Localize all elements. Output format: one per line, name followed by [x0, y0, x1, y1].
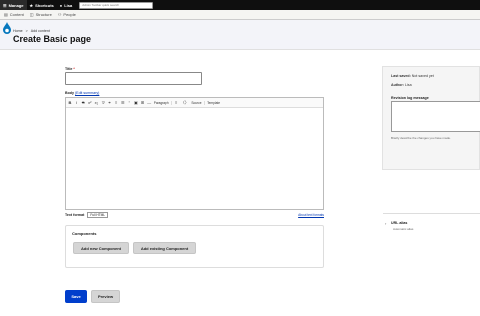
toolbar-user[interactable]: ● Lisa — [57, 0, 75, 10]
star-icon: ★ — [29, 2, 34, 8]
author-line: Author: Lisa — [391, 83, 412, 87]
horizontal-line-button[interactable]: — — [147, 100, 151, 105]
url-alias-summary: Automatic alias — [393, 227, 414, 231]
about-text-formats-link[interactable]: About text formats — [298, 213, 324, 217]
italic-button[interactable]: I — [75, 100, 79, 105]
title-input[interactable] — [65, 72, 202, 85]
text-format-row: Text format Full HTML About text formats — [65, 212, 324, 218]
drupal-logo-icon[interactable] — [3, 22, 11, 34]
revision-log-label: Revision log message — [391, 96, 429, 100]
last-saved-label: Last saved: — [391, 74, 411, 78]
breadcrumb-add-content[interactable]: Add content — [31, 29, 50, 33]
toolbar-tray: ▤ Content ◫ Structure ⚇ People — [0, 10, 480, 20]
user-icon: ● — [59, 2, 63, 8]
last-saved-line: Last saved: Not saved yet — [391, 74, 434, 78]
last-saved-value: Not saved yet — [411, 74, 434, 78]
author-label: Author: — [391, 83, 404, 87]
toolbar-manage-label: Manage — [8, 2, 24, 8]
tray-item-content-label: Content — [9, 12, 24, 17]
breadcrumb-home[interactable]: Home — [13, 29, 23, 33]
tray-item-structure[interactable]: ◫ Structure — [30, 12, 52, 17]
tray-item-content[interactable]: ▤ Content — [4, 12, 24, 17]
body-editor[interactable]: B I S x² x₂ T̸ ⚭ ≡ ☰ ” ▣ ⊞ — Paragraph ≡… — [65, 97, 324, 210]
source-button[interactable]: Source — [191, 100, 205, 105]
numbered-list-button[interactable]: ☰ — [121, 100, 125, 105]
superscript-button[interactable]: x² — [88, 100, 92, 105]
subscript-button[interactable]: x₂ — [94, 100, 99, 105]
breadcrumb: Home > Add content — [13, 29, 50, 33]
toolbar-shortcuts-label: Shortcuts — [35, 2, 54, 8]
breadcrumb-separator: > — [25, 29, 28, 33]
tray-item-structure-label: Structure — [35, 12, 52, 17]
people-icon: ⚇ — [57, 12, 62, 17]
content-icon: ▤ — [4, 12, 8, 17]
template-button[interactable]: Template — [207, 101, 222, 105]
meta-sidebar: Last saved: Not saved yet Author: Lisa R… — [382, 66, 480, 231]
admin-toolbar: ☰ Manage ★ Shortcuts ● Lisa Admin Toolba… — [0, 0, 480, 10]
body-label-text: Body — [65, 91, 74, 95]
toolbar-shortcuts[interactable]: ★ Shortcuts — [27, 0, 57, 10]
preview-button[interactable]: Preview — [91, 290, 120, 303]
text-format-select[interactable]: Full HTML — [87, 212, 109, 218]
strikethrough-button[interactable]: S — [81, 100, 85, 105]
edit-summary-link[interactable]: (Edit summary) — [75, 91, 99, 95]
sidebar-divider — [383, 213, 480, 214]
table-icon[interactable]: ⊞ — [141, 100, 145, 105]
image-icon[interactable]: ▣ — [134, 100, 138, 105]
add-existing-component-button[interactable]: Add existing Component — [133, 242, 196, 254]
toolbar-search-input[interactable]: Admin Toolbar quick search — [79, 1, 154, 9]
tray-item-people[interactable]: ⚇ People — [58, 12, 76, 17]
editor-toolbar: B I S x² x₂ T̸ ⚭ ≡ ☰ ” ▣ ⊞ — Paragraph ≡… — [66, 98, 323, 108]
toolbar-manage[interactable]: ☰ Manage — [0, 0, 27, 10]
author-value: Lisa — [404, 83, 412, 87]
revision-log-textarea[interactable] — [391, 101, 480, 132]
page-title: Create Basic page — [13, 34, 92, 44]
code-block-button[interactable]: 〈〉 — [181, 100, 189, 106]
revision-log-description: Briefly describe the changes you have ma… — [391, 136, 451, 140]
structure-icon: ◫ — [29, 12, 34, 17]
chevron-right-icon[interactable]: › — [385, 221, 386, 226]
text-format-label: Text format — [65, 213, 85, 217]
toolbar-user-label: Lisa — [64, 2, 73, 8]
menu-icon: ☰ — [3, 2, 7, 8]
bold-button[interactable]: B — [68, 100, 72, 105]
bulleted-list-button[interactable]: ≡ — [114, 100, 118, 105]
components-fieldset: Components Add new Component Add existin… — [65, 225, 324, 268]
title-label: Title * — [65, 67, 75, 71]
add-new-component-button[interactable]: Add new Component — [73, 242, 129, 254]
required-mark: * — [73, 67, 75, 71]
url-alias-toggle[interactable]: URL alias — [391, 221, 407, 225]
tray-item-people-label: People — [63, 12, 76, 17]
save-button[interactable]: Save — [65, 290, 87, 303]
link-icon[interactable]: ⚭ — [108, 100, 112, 105]
body-label: Body (Edit summary) — [65, 91, 99, 95]
heading-select[interactable]: Paragraph — [154, 100, 172, 105]
title-label-text: Title — [65, 67, 73, 71]
components-title: Components — [72, 231, 97, 236]
blockquote-button[interactable]: ” — [127, 100, 131, 105]
align-button[interactable]: ≡ — [174, 100, 178, 105]
remove-format-button[interactable]: T̸ — [101, 100, 105, 105]
